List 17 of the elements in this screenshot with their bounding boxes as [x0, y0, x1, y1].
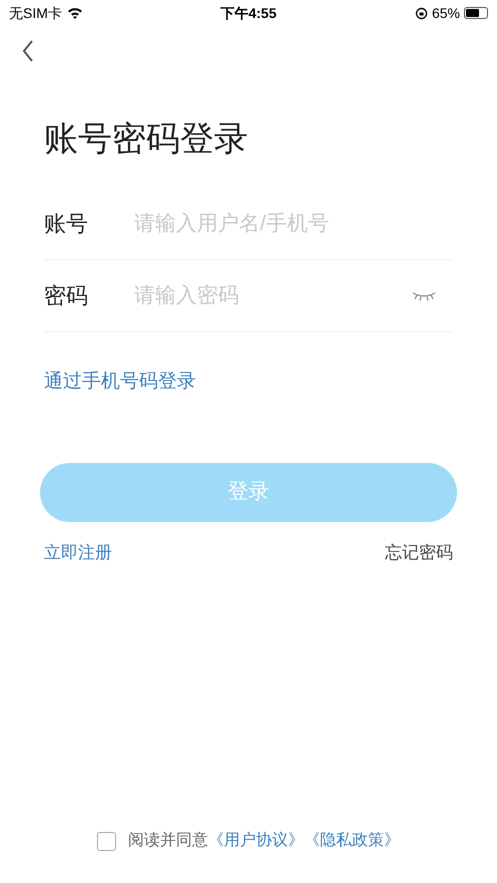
carrier-text: 无SIM卡: [9, 4, 62, 22]
phone-login-link[interactable]: 通过手机号码登录: [44, 368, 196, 396]
field-label: 账号: [44, 210, 89, 238]
agreement-link[interactable]: 《用户协议》: [208, 829, 304, 853]
agreement-link[interactable]: 《隐私政策》: [304, 829, 400, 853]
page-title: 账号密码登录: [44, 122, 249, 156]
agreement-checkbox[interactable]: [97, 832, 116, 850]
wifi-icon: [66, 7, 83, 19]
closed-eye-icon[interactable]: [411, 290, 437, 302]
rotation-lock-icon: [414, 6, 428, 20]
field-label: 密码: [44, 282, 89, 310]
battery-percent: 65%: [432, 4, 460, 22]
battery-icon: [464, 7, 488, 19]
agreement-text: 阅读并同意: [128, 830, 208, 851]
clock-text: 下午4:55: [220, 4, 277, 22]
forgot-password-link[interactable]: 忘记密码: [385, 540, 453, 565]
register-link[interactable]: 立即注册: [44, 540, 112, 565]
